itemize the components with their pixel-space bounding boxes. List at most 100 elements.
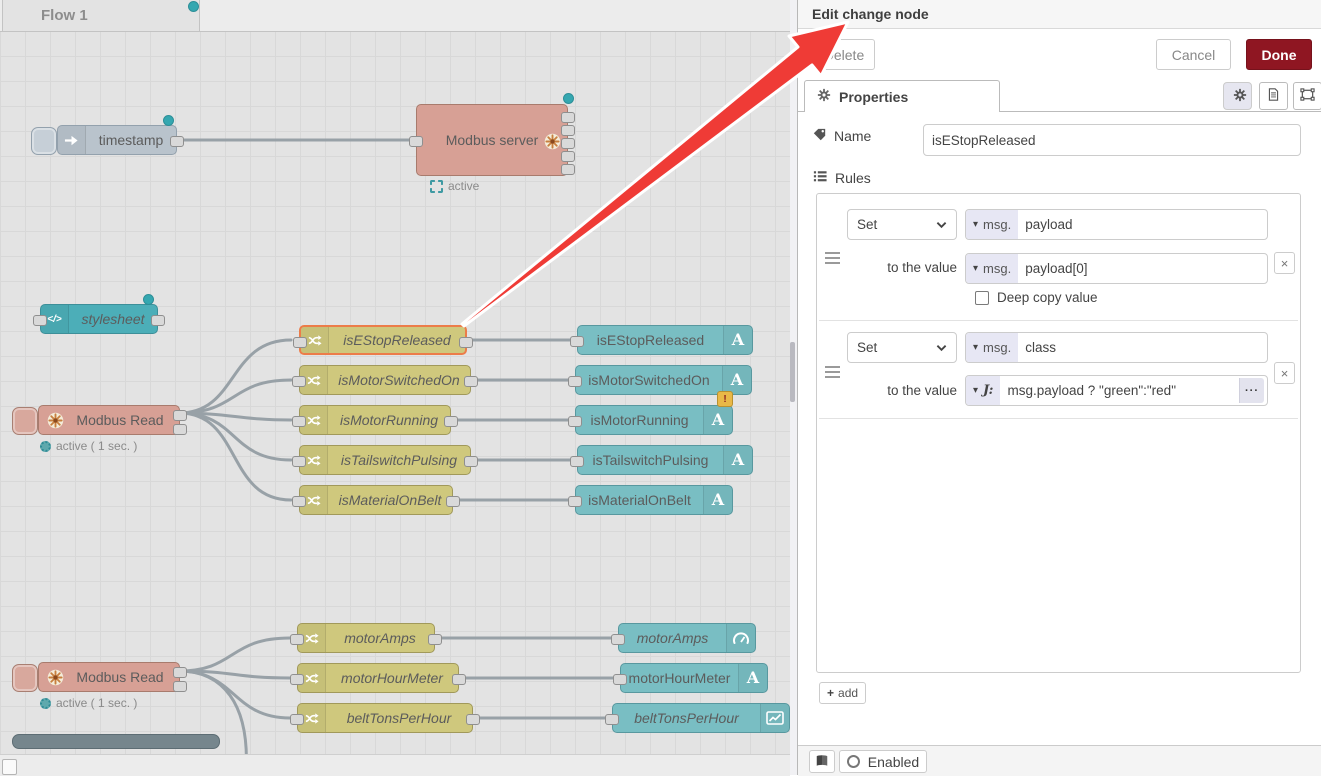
caret-down-icon: ▾	[973, 385, 978, 396]
flow-canvas[interactable]: timestamp Modbus server active </> style…	[0, 0, 790, 775]
typed-input-msg-chip[interactable]: ▾msg.	[966, 333, 1018, 362]
typed-input-msg-chip[interactable]: ▾msg.	[966, 254, 1018, 283]
output-port[interactable]	[444, 416, 458, 427]
canvas-vertical-scrollbar[interactable]	[790, 0, 797, 775]
node-chart-beltTonsPerHour[interactable]: beltTonsPerHour	[612, 703, 790, 733]
input-port[interactable]	[570, 336, 584, 347]
output-port[interactable]	[446, 496, 460, 507]
node-text-isMotorRunning[interactable]: isMotorRunning A	[575, 405, 733, 435]
node-text-isTailswitchPulsing[interactable]: isTailswitchPulsing A	[577, 445, 753, 475]
node-change-isMaterialOnBelt[interactable]: isMaterialOnBelt	[299, 485, 453, 515]
rule1-value-input[interactable]: ▾msg. payload[0]	[965, 253, 1268, 284]
input-port[interactable]	[292, 456, 306, 467]
cancel-button[interactable]: Cancel	[1156, 39, 1231, 70]
footer-button[interactable]	[2, 759, 17, 775]
input-port[interactable]	[568, 376, 582, 387]
output-port[interactable]	[173, 424, 187, 435]
output-port[interactable]	[561, 125, 575, 136]
node-change-beltTonsPerHour[interactable]: beltTonsPerHour	[297, 703, 473, 733]
description-button[interactable]	[1259, 82, 1288, 110]
rule2-value-input[interactable]: ▾J: msg.payload ? "green":"red" ···	[965, 375, 1268, 406]
output-port[interactable]	[452, 674, 466, 685]
text-A-icon: A	[703, 486, 732, 514]
node-text-motorHourMeter[interactable]: motorHourMeter A	[620, 663, 768, 693]
output-port[interactable]	[170, 136, 184, 147]
horizontal-scrollbar[interactable]	[12, 734, 220, 749]
rule1-target-input[interactable]: ▾msg. payload	[965, 209, 1268, 240]
add-rule-button[interactable]: + add	[819, 682, 866, 704]
output-port[interactable]	[464, 376, 478, 387]
input-port[interactable]	[290, 634, 304, 645]
node-gauge-motorAmps[interactable]: motorAmps	[618, 623, 756, 653]
output-port[interactable]	[173, 410, 187, 421]
node-text-isEStopReleased[interactable]: isEStopReleased A	[577, 325, 753, 355]
rule2-delete-button[interactable]: ×	[1274, 362, 1295, 384]
output-port[interactable]	[561, 151, 575, 162]
node-change-isMotorRunning[interactable]: isMotorRunning	[299, 405, 451, 435]
done-button[interactable]: Done	[1246, 39, 1312, 70]
node-label: stylesheet	[69, 305, 157, 333]
node-modbus-read-2[interactable]: Modbus Read	[38, 662, 180, 692]
input-port[interactable]	[605, 714, 619, 725]
enabled-toggle-button[interactable]: Enabled	[839, 750, 927, 773]
node-change-motorHourMeter[interactable]: motorHourMeter	[297, 663, 459, 693]
node-change-isMotorSwitchedOn[interactable]: isMotorSwitchedOn	[299, 365, 471, 395]
input-port[interactable]	[292, 376, 306, 387]
input-port[interactable]	[290, 714, 304, 725]
input-port[interactable]	[290, 674, 304, 685]
inject-button[interactable]	[12, 664, 38, 692]
rule2-action-select[interactable]: Set	[847, 332, 957, 363]
node-help-button[interactable]	[809, 750, 835, 773]
rule1-delete-button[interactable]: ×	[1274, 252, 1295, 274]
inject-button[interactable]	[31, 127, 57, 155]
input-port[interactable]	[293, 337, 307, 348]
input-port[interactable]	[611, 634, 625, 645]
drag-handle[interactable]	[825, 366, 840, 378]
node-change-motorAmps[interactable]: motorAmps	[297, 623, 435, 653]
rule1-action-select[interactable]: Set	[847, 209, 957, 240]
output-port[interactable]	[561, 138, 575, 149]
output-port[interactable]	[428, 634, 442, 645]
output-port[interactable]	[561, 164, 575, 175]
output-port[interactable]	[173, 681, 187, 692]
node-stylesheet[interactable]: </> stylesheet	[40, 304, 158, 334]
expand-expression-button[interactable]: ···	[1239, 378, 1264, 403]
node-label: beltTonsPerHour	[613, 704, 760, 732]
input-port[interactable]	[292, 416, 306, 427]
deep-copy-checkbox[interactable]	[975, 291, 989, 305]
node-inject-timestamp[interactable]: timestamp	[57, 125, 177, 155]
output-port[interactable]	[561, 112, 575, 123]
node-change-isEStopReleased[interactable]: isEStopReleased	[299, 325, 467, 355]
input-port[interactable]	[568, 416, 582, 427]
drag-handle[interactable]	[825, 252, 840, 264]
input-port[interactable]	[33, 315, 47, 326]
tab-flow-1[interactable]: Flow 1	[2, 0, 200, 31]
node-label: isMotorRunning	[328, 406, 450, 434]
inject-button[interactable]	[12, 407, 38, 435]
flow-tabbar[interactable]: Flow 1	[0, 0, 790, 32]
output-port[interactable]	[151, 315, 165, 326]
typed-input-msg-chip[interactable]: ▾msg.	[966, 210, 1018, 239]
node-label: isMaterialOnBelt	[576, 486, 703, 514]
output-port[interactable]	[466, 714, 480, 725]
output-port[interactable]	[464, 456, 478, 467]
input-port[interactable]	[568, 496, 582, 507]
input-port[interactable]	[409, 136, 423, 147]
delete-button[interactable]: Delete	[813, 39, 875, 70]
node-text-isMaterialOnBelt[interactable]: isMaterialOnBelt A	[575, 485, 733, 515]
output-port[interactable]	[173, 667, 187, 678]
input-port[interactable]	[570, 456, 584, 467]
node-modbus-server[interactable]: Modbus server	[416, 104, 568, 176]
properties-icon-button[interactable]	[1223, 82, 1252, 110]
appearance-button[interactable]	[1293, 82, 1321, 110]
scrollbar-thumb[interactable]	[790, 342, 795, 402]
rule2-target-input[interactable]: ▾msg. class	[965, 332, 1268, 363]
tab-properties[interactable]: Properties	[804, 80, 1000, 112]
input-port[interactable]	[292, 496, 306, 507]
output-port[interactable]	[459, 337, 473, 348]
typed-input-expression-chip[interactable]: ▾J:	[966, 376, 1000, 405]
node-change-isTailswitchPulsing[interactable]: isTailswitchPulsing	[299, 445, 471, 475]
input-port[interactable]	[613, 674, 627, 685]
node-modbus-read-1[interactable]: Modbus Read	[38, 405, 180, 435]
name-input[interactable]	[924, 133, 1300, 148]
